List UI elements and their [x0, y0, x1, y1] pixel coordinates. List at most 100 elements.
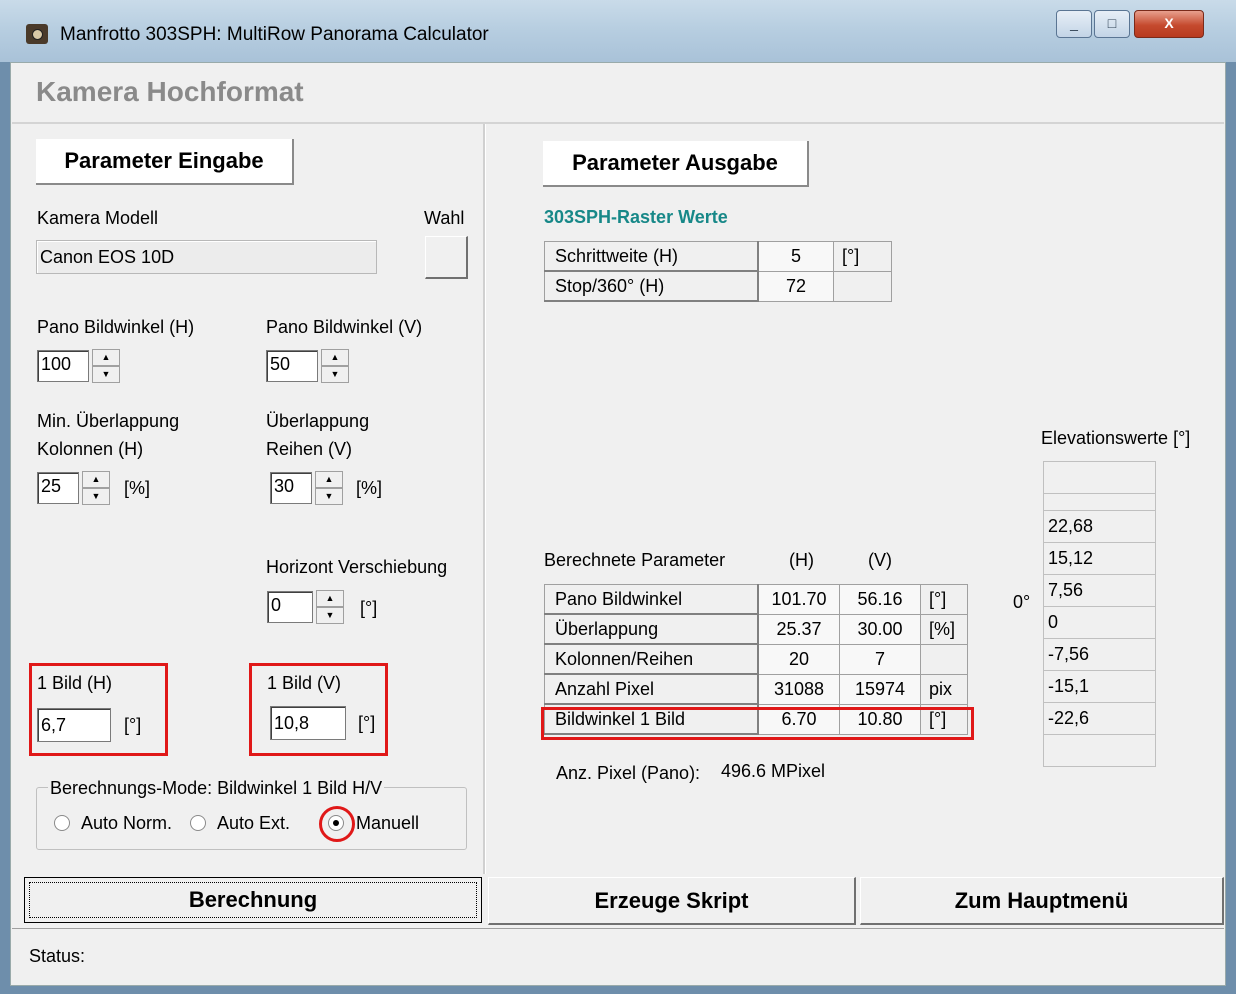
raster-table: Schrittweite (H) 5 [°] Stop/360° (H) 72 [544, 241, 892, 302]
bild-v-label: 1 Bild (V) [267, 673, 342, 693]
spin-up-icon[interactable]: ▲ [316, 590, 344, 607]
calc-row-h: 31088 [757, 673, 840, 705]
elevation-row: 15,12 [1043, 542, 1156, 575]
close-button[interactable]: X [1134, 10, 1204, 38]
calc-row-unit: [%] [920, 613, 968, 645]
horizon-unit: [°] [360, 598, 378, 618]
table-row: Stop/360° (H) 72 [544, 270, 892, 302]
status-bar [12, 928, 1224, 985]
bild-h-label: 1 Bild (H) [37, 673, 113, 693]
calc-row-h: 101.70 [757, 584, 840, 615]
elevation-row: 22,68 [1043, 510, 1156, 543]
erzeuge-skript-button[interactable]: Erzeuge Skript [488, 877, 856, 925]
spin-up-icon[interactable]: ▲ [82, 471, 110, 488]
bild-h-unit: [°] [124, 715, 142, 735]
pano-pixels-value: 496.6 MPixel [721, 761, 826, 781]
elevation-table: 22,68 15,12 7,56 0 -7,56 -15,1 -22,6 [1043, 461, 1156, 767]
camera-model-label: Kamera Modell [37, 208, 159, 228]
raster-row-label: Stop/360° (H) [544, 270, 759, 302]
raster-row-value: 72 [757, 270, 834, 302]
col-h-header: (H) [789, 550, 814, 570]
radio-auto-ext-label[interactable]: Auto Ext. [217, 813, 290, 834]
elevation-value: 15,12 [1043, 542, 1156, 575]
overlap-rows-unit: [%] [356, 478, 383, 498]
calc-row-v: 7 [839, 643, 921, 675]
raster-row-value: 5 [757, 241, 834, 272]
wahl-button[interactable] [425, 236, 468, 279]
elevation-row: 7,56 [1043, 574, 1156, 607]
radio-auto-ext[interactable] [190, 815, 206, 831]
calc-row-h: 25.37 [757, 613, 840, 645]
berechnung-button[interactable]: Berechnung [24, 877, 482, 923]
raster-row-unit [833, 270, 892, 302]
radio-auto-norm[interactable] [54, 815, 70, 831]
spin-down-icon[interactable]: ▼ [82, 488, 110, 505]
calc-row-v: 30.00 [839, 613, 921, 645]
table-row: Kolonnen/Reihen 20 7 [544, 643, 968, 675]
elevation-title: Elevationswerte [°] [1041, 428, 1191, 448]
panel-divider [483, 124, 486, 874]
parameter-eingabe-button[interactable]: Parameter Eingabe [36, 139, 294, 185]
elevation-value [1043, 461, 1156, 494]
elevation-row: -22,6 [1043, 702, 1156, 735]
spin-down-icon[interactable]: ▼ [92, 366, 120, 383]
calc-row-unit [920, 643, 968, 675]
elevation-value: 7,56 [1043, 574, 1156, 607]
calc-mode-label: Berechnungs-Mode: Bildwinkel 1 Bild H/V [48, 778, 385, 799]
zero-degree-marker: 0° [1013, 592, 1031, 612]
elevation-value: -7,56 [1043, 638, 1156, 671]
spin-up-icon[interactable]: ▲ [321, 349, 349, 366]
elevation-value [1043, 493, 1156, 511]
table-row: Schrittweite (H) 5 [°] [544, 241, 892, 272]
page-title: Kamera Hochformat [36, 76, 304, 107]
pano-v-label: Pano Bildwinkel (V) [266, 317, 423, 337]
col-v-header: (V) [868, 550, 892, 570]
calc-row-label: Anzahl Pixel [544, 673, 759, 705]
calc-row-v: 15974 [839, 673, 921, 705]
camera-model-field: Canon EOS 10D [36, 240, 377, 274]
spin-up-icon[interactable]: ▲ [315, 471, 343, 488]
highlight-manuell [319, 806, 355, 842]
raster-title: 303SPH-Raster Werte [544, 207, 728, 227]
calc-row-unit: pix [920, 673, 968, 705]
spin-down-icon[interactable]: ▼ [321, 366, 349, 383]
radio-manuell-label[interactable]: Manuell [356, 813, 419, 834]
calc-row-h: 20 [757, 643, 840, 675]
table-row: Anzahl Pixel 31088 15974 pix [544, 673, 968, 705]
horizon-label: Horizont Verschiebung [266, 557, 448, 577]
overlap-rows-label-line1: Überlappung [266, 411, 370, 431]
elevation-row: -7,56 [1043, 638, 1156, 671]
spin-up-icon[interactable]: ▲ [92, 349, 120, 366]
maximize-button[interactable]: □ [1094, 10, 1130, 38]
calc-row-label: Pano Bildwinkel [544, 584, 759, 615]
hauptmenu-button[interactable]: Zum Hauptmenü [860, 877, 1224, 925]
pano-pixels-label: Anz. Pixel (Pano): [556, 763, 701, 783]
spin-down-icon[interactable]: ▼ [315, 488, 343, 505]
title-bar[interactable]: Manfrotto 303SPH: MultiRow Panorama Calc… [0, 0, 1236, 62]
header-divider [12, 122, 1224, 124]
overlap-rows-input[interactable]: 30 [270, 472, 312, 504]
minimize-button[interactable]: _ [1056, 10, 1092, 38]
overlap-cols-input[interactable]: 25 [37, 472, 79, 504]
elevation-row [1043, 734, 1156, 767]
calc-row-label: Überlappung [544, 613, 759, 645]
overlap-rows-label-line2: Reihen (V) [266, 439, 353, 459]
calc-params-title: Berechnete Parameter [544, 550, 726, 570]
horizon-input[interactable]: 0 [267, 591, 313, 623]
pano-h-label: Pano Bildwinkel (H) [37, 317, 195, 337]
app-camera-icon [26, 24, 48, 44]
spin-down-icon[interactable]: ▼ [316, 607, 344, 624]
parameter-ausgabe-button[interactable]: Parameter Ausgabe [543, 141, 809, 187]
calc-row-unit: [°] [920, 584, 968, 615]
pano-v-input[interactable]: 50 [266, 350, 318, 382]
bild-v-input[interactable]: 10,8 [270, 706, 346, 740]
wahl-label: Wahl [424, 208, 465, 228]
elevation-value: 0 [1043, 606, 1156, 639]
radio-auto-norm-label[interactable]: Auto Norm. [81, 813, 172, 834]
bild-h-input[interactable]: 6,7 [37, 708, 111, 742]
elevation-value: 22,68 [1043, 510, 1156, 543]
table-row: Pano Bildwinkel 101.70 56.16 [°] [544, 584, 968, 615]
status-label: Status: [29, 946, 86, 966]
elevation-value: -15,1 [1043, 670, 1156, 703]
pano-h-input[interactable]: 100 [37, 350, 89, 382]
